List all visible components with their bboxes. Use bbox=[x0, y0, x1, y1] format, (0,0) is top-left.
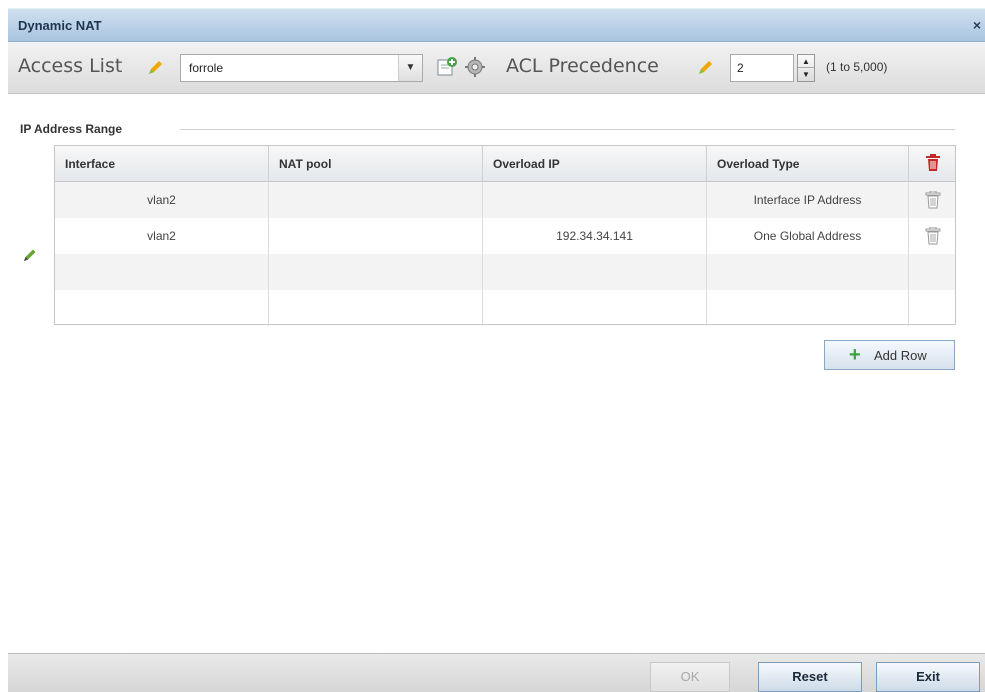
acl-precedence-input[interactable]: 2 bbox=[730, 54, 794, 82]
dialog-footer: OK Reset Exit bbox=[8, 653, 985, 692]
dialog-titlebar: Dynamic NAT × bbox=[8, 8, 985, 42]
table-row[interactable]: vlan2 Interface IP Address bbox=[55, 182, 955, 218]
trash-icon[interactable] bbox=[925, 226, 941, 245]
acl-precedence-hint: (1 to 5,000) bbox=[826, 60, 888, 74]
table-header: Interface NAT pool Overload IP Overload … bbox=[55, 146, 955, 182]
section-title: IP Address Range bbox=[20, 122, 123, 136]
pencil-icon bbox=[146, 59, 164, 77]
delete-all-icon[interactable] bbox=[925, 154, 941, 172]
column-header-nat-pool[interactable]: NAT pool bbox=[269, 146, 483, 182]
column-header-interface[interactable]: Interface bbox=[55, 146, 269, 182]
add-row-button[interactable]: + Add Row bbox=[824, 340, 955, 370]
cell-interface: vlan2 bbox=[55, 182, 269, 218]
table-row-empty bbox=[55, 290, 955, 326]
plus-icon: + bbox=[849, 344, 861, 366]
empty-cell bbox=[483, 254, 707, 290]
chevron-down-icon[interactable]: ▼ bbox=[398, 55, 422, 81]
access-list-value: forrole bbox=[189, 61, 224, 75]
close-icon[interactable]: × bbox=[973, 17, 981, 33]
empty-cell bbox=[483, 290, 707, 326]
empty-cell bbox=[55, 254, 269, 290]
stepper-up-icon[interactable]: ▲ bbox=[798, 55, 814, 68]
column-header-overload-ip[interactable]: Overload IP bbox=[483, 146, 707, 182]
empty-cell bbox=[707, 254, 909, 290]
ok-button[interactable]: OK bbox=[650, 662, 730, 692]
toolbar: Access List forrole ▼ ACL Precedence 2 ▲… bbox=[8, 42, 985, 94]
empty-cell bbox=[269, 254, 483, 290]
divider bbox=[180, 129, 955, 130]
acl-precedence-label: ACL Precedence bbox=[506, 55, 659, 77]
empty-cell bbox=[269, 290, 483, 326]
cell-nat-pool bbox=[269, 218, 483, 254]
create-new-icon[interactable] bbox=[436, 56, 458, 78]
table-row[interactable]: vlan2 192.34.34.141 One Global Address bbox=[55, 218, 955, 254]
empty-cell bbox=[55, 290, 269, 326]
cell-nat-pool bbox=[269, 182, 483, 218]
trash-icon[interactable] bbox=[925, 190, 941, 209]
reset-button[interactable]: Reset bbox=[758, 662, 862, 692]
cell-interface: vlan2 bbox=[55, 218, 269, 254]
cell-overload-ip: 192.34.34.141 bbox=[483, 218, 707, 254]
cell-overload-type: One Global Address bbox=[707, 218, 909, 254]
empty-cell bbox=[707, 290, 909, 326]
access-list-label: Access List bbox=[18, 55, 123, 77]
cell-overload-type: Interface IP Address bbox=[707, 182, 909, 218]
exit-button[interactable]: Exit bbox=[876, 662, 980, 692]
ip-address-range-table: Interface NAT pool Overload IP Overload … bbox=[54, 145, 956, 326]
pencil-icon bbox=[696, 59, 714, 77]
edit-row-icon[interactable] bbox=[22, 247, 38, 263]
table-row-empty bbox=[55, 254, 955, 290]
add-row-label: Add Row bbox=[874, 348, 927, 363]
acl-precedence-stepper[interactable]: ▲ ▼ bbox=[797, 54, 815, 82]
gear-icon[interactable] bbox=[464, 56, 486, 78]
stepper-down-icon[interactable]: ▼ bbox=[798, 68, 814, 81]
access-list-select[interactable]: forrole ▼ bbox=[180, 54, 423, 82]
acl-precedence-value: 2 bbox=[737, 61, 744, 75]
dialog-title: Dynamic NAT bbox=[18, 18, 102, 33]
cell-overload-ip bbox=[483, 182, 707, 218]
column-header-overload-type[interactable]: Overload Type bbox=[707, 146, 909, 182]
